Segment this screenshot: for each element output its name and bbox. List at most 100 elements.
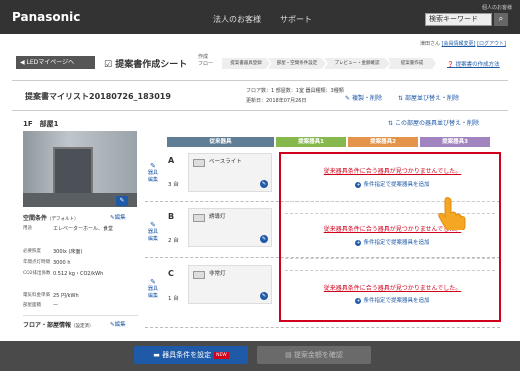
emergency-light-icon (193, 271, 205, 279)
row-divider (285, 258, 495, 259)
space-key: 用途 (23, 226, 32, 231)
space-value: ー (53, 303, 59, 309)
space-row: CO2排出係数 0.512 kg・CO2/kWh (23, 270, 138, 279)
not-found-message[interactable]: 従来器具条件に合う器具が見つかりませんでした。 (290, 166, 495, 175)
copy-delete-link[interactable]: ✎ 複製・削除 (345, 93, 382, 102)
add-proposal-link[interactable]: + 条件指定で提案器具を追加 (290, 296, 495, 304)
tab-existing-fixtures[interactable]: 従来器具 (167, 137, 274, 147)
account-settings-link[interactable]: [会員情報変更] (442, 41, 476, 47)
nav-business[interactable]: 法人のお客様 (213, 14, 261, 25)
tab-proposal-1[interactable]: 提案器具1 (276, 137, 346, 147)
fixture-sort-link[interactable]: ⇅ この部屋の器具並び替え・削除 (388, 118, 479, 127)
exit-sign-icon (193, 214, 205, 222)
check-price-button[interactable]: ▤ 提案金額を確認 (257, 346, 371, 364)
space-value: 3000 h (53, 260, 71, 266)
fixture-card[interactable]: 非常灯 ✎ (188, 265, 272, 304)
new-badge: NEW (214, 351, 229, 359)
pencil-icon: ✎ (150, 278, 156, 286)
fixture-count: 3 台 (168, 182, 179, 188)
set-conditions-text: 器具条件を設定 (162, 351, 212, 359)
list-meta: フロア数：1 部屋数：1室 器具種類：3種類 更新日：2018年07月26日 (246, 86, 344, 106)
clipboard-icon: ☑ (104, 60, 113, 70)
page-title: ☑ 提案書作成シート (104, 57, 187, 70)
divider (12, 110, 508, 111)
fixture-sort-text: この部屋の器具並び替え・削除 (394, 120, 479, 127)
add-proposal-link[interactable]: + 条件指定で提案器具を追加 (290, 180, 495, 188)
floor-info: フロア数：1 部屋数：1室 器具種類：3種類 (246, 88, 344, 94)
fixture-card[interactable]: ベースライト ✎ (188, 153, 272, 192)
add-proposal-text: 条件指定で提案器具を追加 (363, 298, 430, 304)
fixture-letter: C (168, 269, 174, 278)
nav-support[interactable]: サポート (280, 14, 312, 25)
floor-edit-text: 編集 (114, 322, 126, 328)
info-icon: ❓ (447, 62, 454, 68)
space-value: 0.512 kg・CO2/kWh (53, 271, 104, 277)
edit-photo-icon[interactable]: ✎ (116, 196, 128, 206)
brand-logo[interactable]: Panasonic (12, 10, 80, 24)
space-row: 必要照度 300lx (床面) (23, 248, 138, 257)
plus-icon: + (355, 181, 362, 188)
space-edit-text: 編集 (114, 215, 126, 221)
divider (12, 80, 508, 81)
space-conditions-title: 空間条件（デフォルト） (23, 213, 79, 222)
not-found-message[interactable]: 従来器具条件に合う器具が見つかりませんでした。 (290, 283, 495, 292)
flow-step-register[interactable]: 提案書器具登録 (222, 58, 270, 69)
how-to-create-link[interactable]: ❓ 提案書の作成方法 (447, 60, 500, 68)
space-key: 年間点灯時間 (23, 260, 50, 265)
back-to-mypage-button[interactable]: ◀ LEDマイページへ (16, 56, 95, 69)
set-conditions-button[interactable]: ▬ 器具条件を設定 NEW (134, 346, 248, 364)
floor-section-title: フロア・部屋情報（設定済） (23, 320, 94, 329)
space-title-text: 空間条件 (23, 215, 48, 222)
flow-step-room[interactable]: 部屋・空間条件設定 (268, 58, 326, 69)
tab-proposal-2[interactable]: 提案器具2 (348, 137, 418, 147)
space-row: 部屋面積 ー (23, 302, 138, 311)
plus-icon: + (355, 239, 362, 246)
top-header: Panasonic 法人のお客様 サポート 個人のお客様 検索キーワード ⌕ (0, 0, 520, 34)
fixture-edit-link[interactable]: ✎ 器具 編集 (147, 279, 159, 300)
add-proposal-link[interactable]: + 条件指定で提案器具を追加 (290, 238, 495, 246)
nav-personal[interactable]: 個人のお客様 (482, 4, 512, 11)
space-value: 300lx (床面) (53, 249, 83, 255)
search-input[interactable]: 検索キーワード (425, 13, 492, 26)
space-key: 電気料金単価 (23, 293, 50, 298)
row-divider (145, 327, 500, 328)
fixture-edit-link[interactable]: ✎ 器具 編集 (147, 163, 159, 184)
row-divider (285, 270, 495, 271)
fixture-letter: A (168, 156, 175, 165)
space-title-note: （デフォルト） (47, 217, 79, 222)
search-icon[interactable]: ⌕ (494, 13, 508, 26)
space-value: 25 円/kWh (53, 293, 79, 299)
fixture-icon: ▬ (153, 351, 160, 359)
pencil-icon[interactable]: ✎ (260, 292, 268, 300)
room-sort-text: 部屋並び替え・削除 (404, 95, 459, 102)
list-name: 提案書マイリスト20180726_183019 (25, 92, 171, 101)
tab-proposal-3[interactable]: 提案器具3 (420, 137, 490, 147)
pencil-icon: ✎ (150, 162, 156, 170)
user-info: 津田さん [会員情報変更] [ログアウト] (420, 40, 506, 47)
logout-link[interactable]: [ログアウト] (477, 41, 506, 47)
pointer-hand-icon (438, 196, 466, 230)
fixture-name: 非常灯 (209, 271, 226, 277)
sort-icon: ⇅ (388, 120, 394, 127)
fixture-count: 1 台 (168, 296, 179, 302)
pencil-icon[interactable]: ✎ (260, 235, 268, 243)
fixture-card[interactable]: 誘導灯 ✎ (188, 208, 272, 247)
fixture-count: 2 台 (168, 238, 179, 244)
space-row: 年間点灯時間 3000 h (23, 259, 138, 268)
plus-icon: + (355, 297, 362, 304)
pencil-icon[interactable]: ✎ (260, 180, 268, 188)
fixture-edit-link[interactable]: ✎ 器具 編集 (147, 222, 159, 243)
how-to-create-text: 提案書の作成方法 (455, 62, 500, 68)
page-title-text: 提案書作成シート (115, 60, 188, 70)
floor-room-label: 1F 部屋1 (23, 120, 59, 128)
copy-delete-text: 複製・削除 (351, 95, 382, 102)
flow-step-create[interactable]: 提案書作成 (388, 58, 436, 69)
flow-step-preview[interactable]: プレビュー・金額確認 (324, 58, 390, 69)
fixture-name: 誘導灯 (209, 214, 226, 220)
space-edit-link[interactable]: ✎編集 (110, 213, 126, 221)
floor-edit-link[interactable]: ✎編集 (110, 320, 126, 328)
space-value: エレベーターホール、食堂 (53, 226, 114, 232)
room-sort-link[interactable]: ⇅ 部屋並び替え・削除 (398, 93, 459, 102)
fixture-letter: B (168, 212, 175, 221)
space-key: 必要照度 (23, 249, 41, 254)
